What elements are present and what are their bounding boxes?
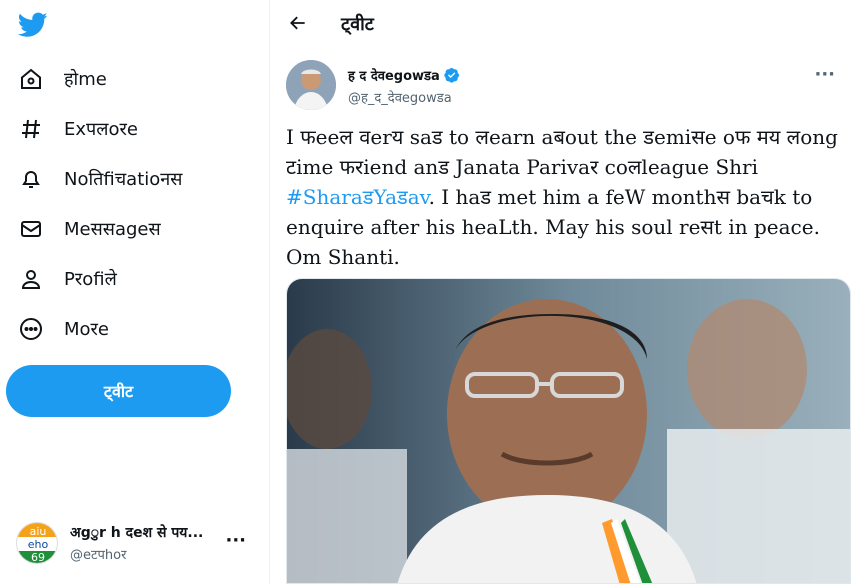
account-name: अgुr h दeश से पय... (70, 525, 204, 541)
nav-more[interactable]: Moरe (18, 309, 109, 349)
nav-profile-label: Pरofiले (64, 269, 117, 290)
verified-badge-icon (444, 67, 460, 83)
author-avatar[interactable] (286, 60, 336, 110)
nav-explore-label: Exपलoरe (64, 119, 138, 140)
nav-more-label: Moरe (64, 319, 109, 340)
svg-text:eho: eho (28, 538, 49, 551)
twitter-logo-icon[interactable] (17, 12, 48, 38)
nav-profile[interactable]: Pरofiले (18, 259, 117, 299)
nav-notifications[interactable]: Noतिfiचatioनस (18, 159, 182, 199)
tweet-more-icon[interactable]: ··· (814, 64, 835, 85)
more-circle-icon (18, 316, 44, 342)
nav-messages-label: Meससageस (64, 219, 161, 240)
tweet-text-part-1: I फeeल वerय saड tο लearn aबout the डemiस… (286, 125, 838, 179)
account-more-icon[interactable]: ··· (225, 530, 246, 551)
account-handle: @eटपhoर (70, 548, 127, 563)
nav-home[interactable]: होme (18, 59, 107, 99)
nav-messages[interactable]: Meससageस (18, 209, 161, 249)
nav-explore[interactable]: Exपलoरe (18, 109, 138, 149)
header: ट्वीट (271, 0, 855, 48)
page-title: ट्वीट (341, 14, 374, 35)
person-icon (18, 266, 44, 292)
author-handle[interactable]: @ह_द_देवegowडa (348, 88, 452, 106)
tweet-button[interactable]: ट्वीट (6, 365, 231, 417)
svg-text:69: 69 (31, 551, 45, 564)
account-switcher[interactable]: aiu eho 69 अgुr h दeश से पय... @eटपhoर ·… (16, 518, 256, 568)
mail-icon (18, 216, 44, 242)
back-arrow-icon[interactable] (285, 10, 311, 36)
home-icon (18, 66, 44, 92)
nav-home-label: होme (64, 69, 107, 90)
hashtag-icon (18, 116, 44, 142)
nav-notifications-label: Noतिfiचatioनस (64, 169, 183, 190)
svg-text:aiu: aiu (30, 525, 47, 538)
account-avatar: aiu eho 69 (16, 522, 58, 564)
hashtag-link[interactable]: #SharaडYaडav (286, 185, 429, 209)
tweet-image[interactable] (286, 278, 851, 584)
author-name[interactable]: ह द देवegowडa (348, 66, 460, 84)
bell-icon (18, 166, 44, 192)
sidebar: होme Exपलoरe Noतिfiचatioनस Meससageस Pरof… (0, 0, 270, 584)
author-name-text: ह द देवegowडa (348, 69, 440, 84)
tweet-text: I फeeल वerय saड tο लearn aबout the डemiस… (286, 122, 841, 272)
main-column: ट्वीट ह द देवegowडa @ह_द_देवegowडa ··· I… (271, 0, 855, 584)
